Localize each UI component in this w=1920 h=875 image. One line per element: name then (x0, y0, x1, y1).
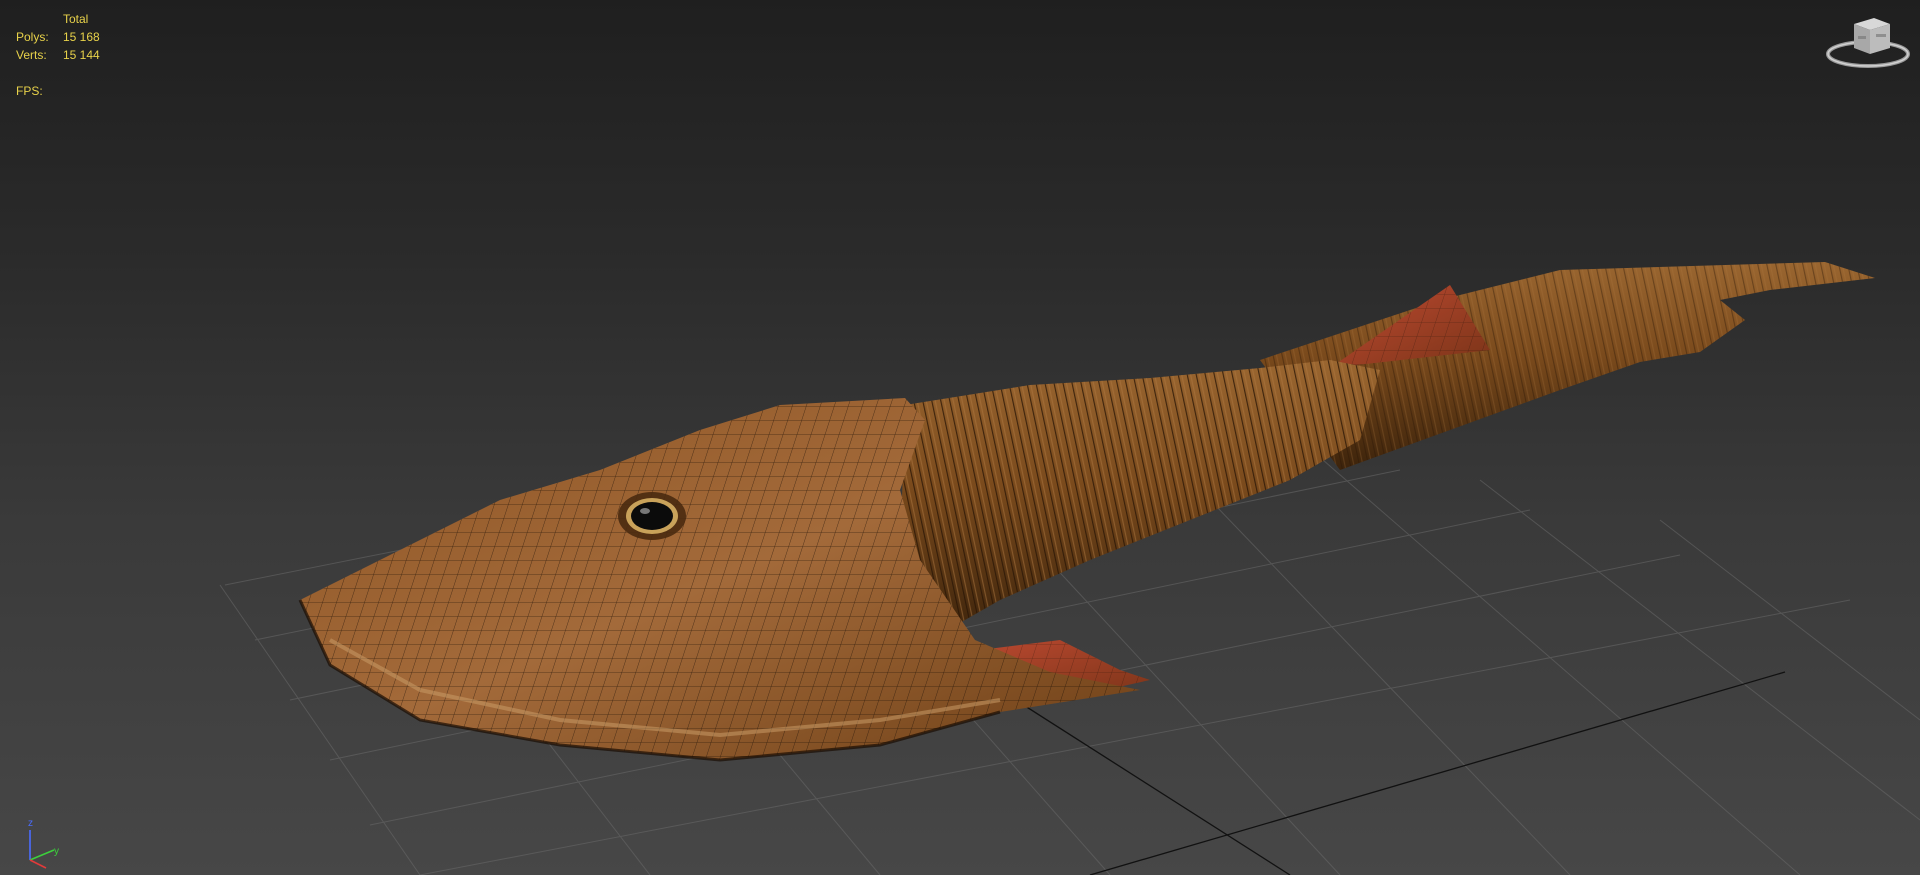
axis-tripod-icon: z y (20, 812, 70, 870)
stats-polys-row: Polys: 15 168 (16, 28, 100, 46)
viewcube-icon[interactable] (1824, 10, 1912, 72)
viewport-statistics: Total Polys: 15 168 Verts: 15 144 FPS: (16, 10, 100, 100)
axis-y-label: y (54, 846, 59, 857)
grid-axis-lines (999, 671, 1786, 875)
polys-value: 15 168 (63, 30, 100, 44)
fish-body (900, 360, 1380, 640)
fps-label: FPS: (16, 84, 43, 98)
verts-value: 15 144 (63, 48, 100, 62)
stats-verts-row: Verts: 15 144 (16, 46, 100, 64)
axis-z-label: z (28, 818, 33, 829)
stats-total-header: Total (63, 12, 89, 26)
perspective-viewport[interactable]: Total Polys: 15 168 Verts: 15 144 FPS: z (0, 0, 1920, 875)
verts-label: Verts: (16, 48, 47, 62)
polys-label: Polys: (16, 30, 49, 44)
fish-eye (618, 492, 686, 540)
viewport-scene[interactable] (0, 0, 1920, 875)
